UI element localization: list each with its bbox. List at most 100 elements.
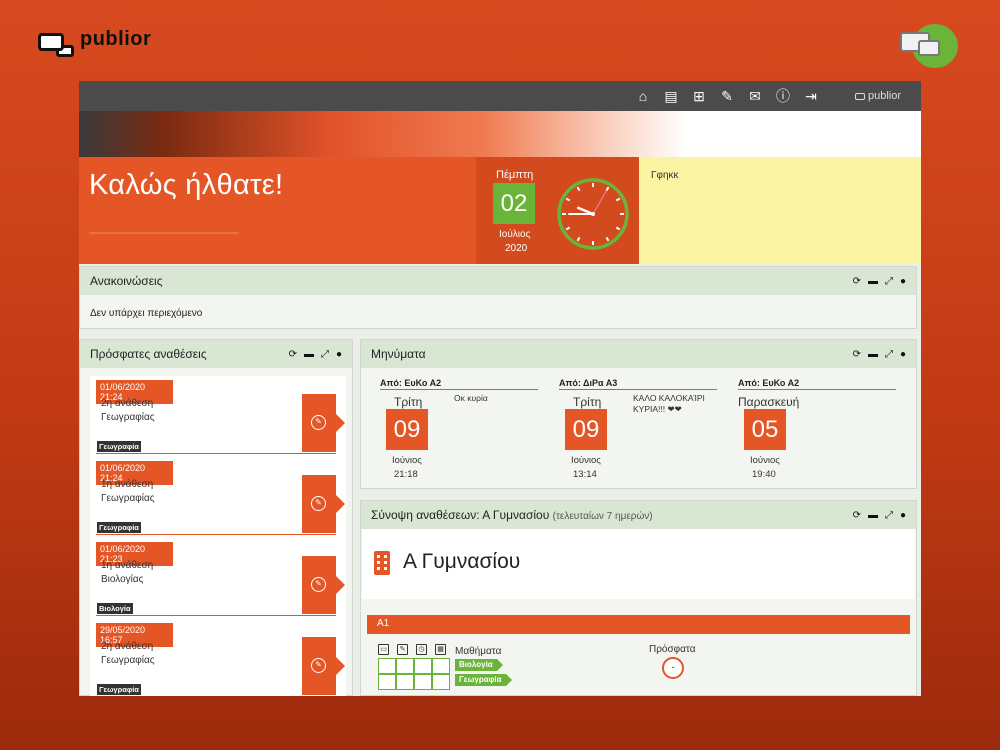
color-drop-icon[interactable]: ● xyxy=(336,349,342,360)
class-name: Α Γυμνασίου xyxy=(403,550,521,573)
message-time: 19:40 xyxy=(752,469,776,480)
open-assignment-button[interactable]: ✎ xyxy=(302,394,345,452)
message-time: 13:14 xyxy=(573,469,597,480)
date-widget: Πέμπτη 02 Ιούλιος 2020 xyxy=(476,157,639,264)
grid-header-icons: ▭ ✎ ◷ ▦ xyxy=(378,644,446,655)
recent-count[interactable]: - xyxy=(662,657,684,679)
recent-card[interactable]: 01/06/2020 21:24 2η ανάθεση Γεωγραφίας Γε… xyxy=(96,380,345,454)
minimize-icon[interactable]: ▬ xyxy=(868,510,878,521)
month-name: Ιούλιος xyxy=(499,229,531,240)
expand-icon[interactable]: ⤢ xyxy=(885,276,893,287)
mail-icon[interactable]: ✉ xyxy=(747,89,763,103)
building-icon xyxy=(374,551,390,575)
color-drop-icon[interactable]: ● xyxy=(900,510,906,521)
announcements-title: Ανακοινώσεις xyxy=(90,274,163,288)
home-icon[interactable]: ⌂ xyxy=(635,89,651,103)
info-icon[interactable]: ⓘ xyxy=(775,89,791,103)
message-day: 09 xyxy=(386,409,428,450)
hero-row: Καλώς ήλθατε! Πέμπτη 02 Ιούλιος 2020 Γφη… xyxy=(79,157,921,264)
assignment-icon[interactable]: ✎ xyxy=(719,89,735,103)
assignment-icon: ✎ xyxy=(311,577,326,592)
top-navbar: ⌂ ▤ ⊞ ✎ ✉ ⓘ ⇥ publior xyxy=(79,81,921,111)
analog-clock xyxy=(557,178,629,250)
refresh-icon[interactable]: ⟳ xyxy=(289,349,297,360)
corner-logo-icon xyxy=(900,24,958,68)
recent-assignments-panel: Πρόσφατες αναθέσεις ⟳ ▬ ⤢ ● 01/06/2020 2… xyxy=(79,339,353,696)
announcements-header: Ανακοινώσεις ⟳ ▬ ⤢ ● xyxy=(80,267,916,295)
message-time: 21:18 xyxy=(394,469,418,480)
refresh-icon[interactable]: ⟳ xyxy=(853,349,861,360)
edit-icon: ✎ xyxy=(397,644,408,655)
open-assignment-button[interactable]: ✎ xyxy=(302,556,345,614)
summary-subtitle: (τελευταίων 7 ημερών) xyxy=(552,511,653,522)
expand-icon[interactable]: ⤢ xyxy=(885,349,893,360)
summary-header: Σύνοψη αναθέσεων: Α Γυμνασίου (τελευταίω… xyxy=(361,501,916,529)
tv-icon: ▭ xyxy=(378,644,389,655)
open-assignment-button[interactable]: ✎ xyxy=(302,475,345,533)
publior-logo: publior xyxy=(38,28,152,57)
assignment-icon: ✎ xyxy=(311,496,326,511)
stats-file-icon: ▦ xyxy=(435,644,446,655)
class-heading: Α Γυμνασίου xyxy=(362,529,915,599)
day-number: 02 xyxy=(493,183,535,224)
subject-chip-geography[interactable]: Γεωγραφία xyxy=(455,674,512,686)
refresh-icon[interactable]: ⟳ xyxy=(853,510,861,521)
section-bar[interactable]: Α1 xyxy=(367,615,910,634)
expand-icon[interactable]: ⤢ xyxy=(321,349,329,360)
refresh-icon[interactable]: ⟳ xyxy=(853,276,861,287)
expand-icon[interactable]: ⤢ xyxy=(885,510,893,521)
message-from: Από: ΔιΡα Α3 xyxy=(559,378,717,390)
color-drop-icon[interactable]: ● xyxy=(900,349,906,360)
message-weekday: Τρίτη xyxy=(573,395,602,409)
messages-panel: Μηνύματα ⟳ ▬ ⤢ ● Από: ΕυΚο Α2 Τρίτη 09 Ι… xyxy=(360,339,917,489)
recent-desc: 2η ανάθεση Γεωγραφίας xyxy=(101,398,155,423)
status-grid xyxy=(378,658,450,690)
message-text: Οκ κυρία xyxy=(454,393,488,403)
message-item[interactable]: Από: ΕυΚο Α2 Τρίτη 09 Ιούνιος 21:18 Οκ κ… xyxy=(380,378,540,480)
announcements-panel: Ανακοινώσεις ⟳ ▬ ⤢ ● Δεν υπάρχει περιεχό… xyxy=(79,266,917,329)
announcements-empty: Δεν υπάρχει περιεχόμενο xyxy=(90,308,203,319)
day-name: Πέμπτη xyxy=(496,169,534,181)
header-banner xyxy=(79,111,921,157)
message-day: 09 xyxy=(565,409,607,450)
message-text: ΚΑΛΟ ΚΑΛΟΚΑΊΡΙ ΚΥΡΙΑ!!! ❤❤ xyxy=(633,393,705,414)
sitemap-icon[interactable]: ⊞ xyxy=(691,89,707,103)
recent-desc: 1η ανάθεση Γεωγραφίας xyxy=(101,479,155,504)
message-weekday: Παρασκευή xyxy=(738,395,800,409)
summary-title: Σύνοψη αναθέσεων: Α Γυμνασίου xyxy=(371,508,550,522)
app-window: ⌂ ▤ ⊞ ✎ ✉ ⓘ ⇥ publior Καλώς ήλθατε! Πέμπ… xyxy=(79,81,921,696)
logo-text: publior xyxy=(80,28,152,50)
subject-tag: Βιολογία xyxy=(97,603,133,614)
assignment-icon: ✎ xyxy=(311,415,326,430)
recent-card[interactable]: 01/06/2020 21:23 1η ανάθεση Βιολογίας Βιο… xyxy=(96,542,345,616)
color-drop-icon[interactable]: ● xyxy=(900,276,906,287)
message-month: Ιούνιος xyxy=(750,455,780,466)
message-from: Από: ΕυΚο Α2 xyxy=(738,378,896,390)
message-month: Ιούνιος xyxy=(392,455,422,466)
message-item[interactable]: Από: ΕυΚο Α2 Παρασκευή 05 Ιούνιος 19:40 xyxy=(738,378,898,480)
recent-label: Πρόσφατα xyxy=(649,644,696,655)
subject-chip-biology[interactable]: Βιολογία xyxy=(455,659,503,671)
topbar-brand[interactable]: publior xyxy=(854,90,901,102)
minimize-icon[interactable]: ▬ xyxy=(868,349,878,360)
summary-panel: Σύνοψη αναθέσεων: Α Γυμνασίου (τελευταίω… xyxy=(360,500,917,696)
message-from: Από: ΕυΚο Α2 xyxy=(380,378,538,390)
messages-header: Μηνύματα ⟳ ▬ ⤢ ● xyxy=(361,340,916,368)
recent-desc: 2η ανάθεση Γεωγραφίας xyxy=(101,641,155,666)
note-box[interactable]: Γφηκκ xyxy=(639,157,921,264)
recent-card[interactable]: 01/06/2020 21:24 1η ανάθεση Γεωγραφίας Γε… xyxy=(96,461,345,535)
assignment-icon: ✎ xyxy=(311,658,326,673)
subject-tag: Γεωγραφία xyxy=(97,684,141,695)
layout-icon[interactable]: ▤ xyxy=(663,89,679,103)
welcome-box: Καλώς ήλθατε! xyxy=(79,157,476,264)
message-item[interactable]: Από: ΔιΡα Α3 Τρίτη 09 Ιούνιος 13:14 ΚΑΛΟ… xyxy=(559,378,719,480)
minimize-icon[interactable]: ▬ xyxy=(868,276,878,287)
open-assignment-button[interactable]: ✎ xyxy=(302,637,345,695)
recent-card[interactable]: 29/05/2020 16:57 2η ανάθεση Γεωγραφίας Γε… xyxy=(96,623,345,696)
note-text: Γφηκκ xyxy=(651,170,679,181)
recent-header: Πρόσφατες αναθέσεις ⟳ ▬ ⤢ ● xyxy=(80,340,352,368)
minimize-icon[interactable]: ▬ xyxy=(304,349,314,360)
exit-icon[interactable]: ⇥ xyxy=(803,89,819,103)
recent-desc: 1η ανάθεση Βιολογίας xyxy=(101,560,154,585)
subject-tag: Γεωγραφία xyxy=(97,441,141,452)
